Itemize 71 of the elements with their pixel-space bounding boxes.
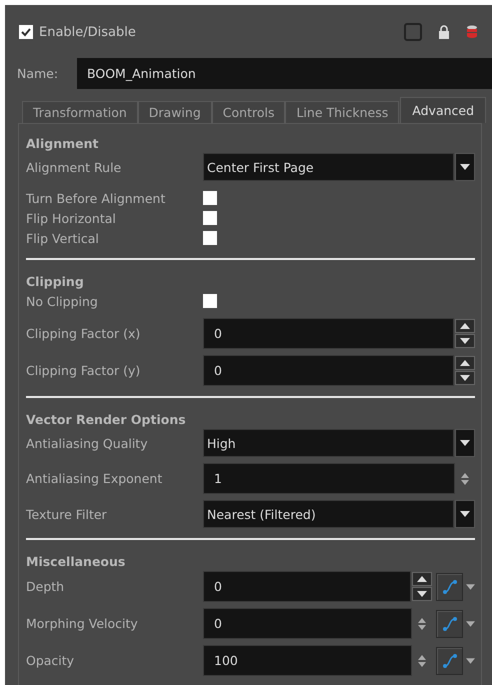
number-field[interactable]: 0: [203, 608, 412, 639]
spin-up-button[interactable]: [412, 572, 432, 586]
spin-down-button[interactable]: [455, 334, 475, 348]
tab[interactable]: Transformation: [22, 101, 138, 123]
number-field[interactable]: 0: [203, 355, 454, 386]
property-label: Antialiasing Quality: [26, 436, 149, 450]
checkbox[interactable]: [203, 231, 217, 245]
tab[interactable]: Advanced: [400, 97, 486, 123]
dropdown-field[interactable]: Center First Page: [203, 153, 454, 181]
down-arrow-icon: [460, 375, 470, 381]
dropdown-button[interactable]: [455, 153, 475, 181]
down-arrow-icon: [460, 511, 470, 517]
property-label: Antialiasing Exponent: [26, 471, 164, 486]
name-field[interactable]: BOOM_Animation: [77, 58, 492, 89]
section-title: Clipping: [25, 273, 85, 291]
down-arrow-icon: [460, 164, 470, 170]
enable-checkbox[interactable]: [19, 25, 33, 39]
property-label: No Clipping: [26, 294, 99, 308]
dropdown-field[interactable]: High: [203, 429, 454, 457]
caret-icon: [466, 584, 475, 590]
name-label: Name:: [17, 66, 60, 81]
property-label: Flip Horizontal: [26, 210, 117, 226]
property-label: Opacity: [26, 653, 76, 668]
curve-icon: [442, 616, 458, 632]
curve-icon: [442, 578, 458, 594]
checkbox[interactable]: [203, 294, 217, 308]
property-label: Morphing Velocity: [26, 616, 139, 631]
tab[interactable]: Drawing: [138, 101, 212, 123]
spin-up-button[interactable]: [455, 319, 475, 333]
up-arrow-icon: [460, 323, 470, 329]
function-curve-button[interactable]: [436, 646, 463, 674]
checkbox[interactable]: [203, 191, 217, 205]
spin-up-button[interactable]: [455, 356, 475, 370]
dropdown-button[interactable]: [455, 500, 475, 528]
up-arrow-icon: [460, 360, 470, 366]
checkbox[interactable]: [203, 211, 217, 225]
spin-down-button[interactable]: [455, 371, 475, 385]
stepper-arrows[interactable]: [461, 472, 469, 484]
stepper-arrows[interactable]: [418, 654, 426, 666]
property-label: Clipping Factor (y): [26, 363, 142, 378]
number-field[interactable]: 100: [203, 645, 412, 676]
section-title: Miscellaneous: [25, 553, 126, 571]
property-label: Alignment Rule: [26, 160, 122, 174]
up-arrow-icon: [417, 576, 427, 582]
enable-label: Enable/Disable: [39, 24, 136, 40]
property-label: Texture Filter: [26, 506, 108, 522]
down-arrow-icon: [417, 591, 427, 597]
down-arrow-icon: [460, 440, 470, 446]
tab[interactable]: Controls: [212, 101, 286, 123]
lock-icon[interactable]: [438, 25, 450, 39]
down-arrow-icon: [460, 338, 470, 344]
dropdown-button[interactable]: [455, 429, 475, 457]
number-field[interactable]: 1: [203, 463, 455, 494]
section-title: Alignment: [25, 135, 100, 153]
tab[interactable]: Line Thickness: [285, 101, 400, 123]
number-field[interactable]: 0: [203, 571, 411, 602]
property-label: Clipping Factor (x): [26, 326, 142, 341]
curve-icon: [442, 652, 458, 668]
caret-icon: [466, 658, 475, 664]
property-label: Flip Vertical: [26, 230, 100, 246]
function-curve-button[interactable]: [436, 610, 463, 638]
property-label: Depth: [26, 579, 66, 594]
dropdown-field[interactable]: Nearest (Filtered): [203, 500, 454, 528]
database-icon[interactable]: [466, 25, 478, 39]
section-title: Vector Render Options: [25, 411, 187, 429]
property-label: Turn Before Alignment: [26, 190, 166, 206]
caret-icon: [466, 620, 475, 626]
number-field[interactable]: 0: [203, 318, 454, 349]
function-curve-button[interactable]: [436, 572, 463, 600]
spin-down-button[interactable]: [412, 587, 432, 601]
stepper-arrows[interactable]: [418, 618, 426, 630]
